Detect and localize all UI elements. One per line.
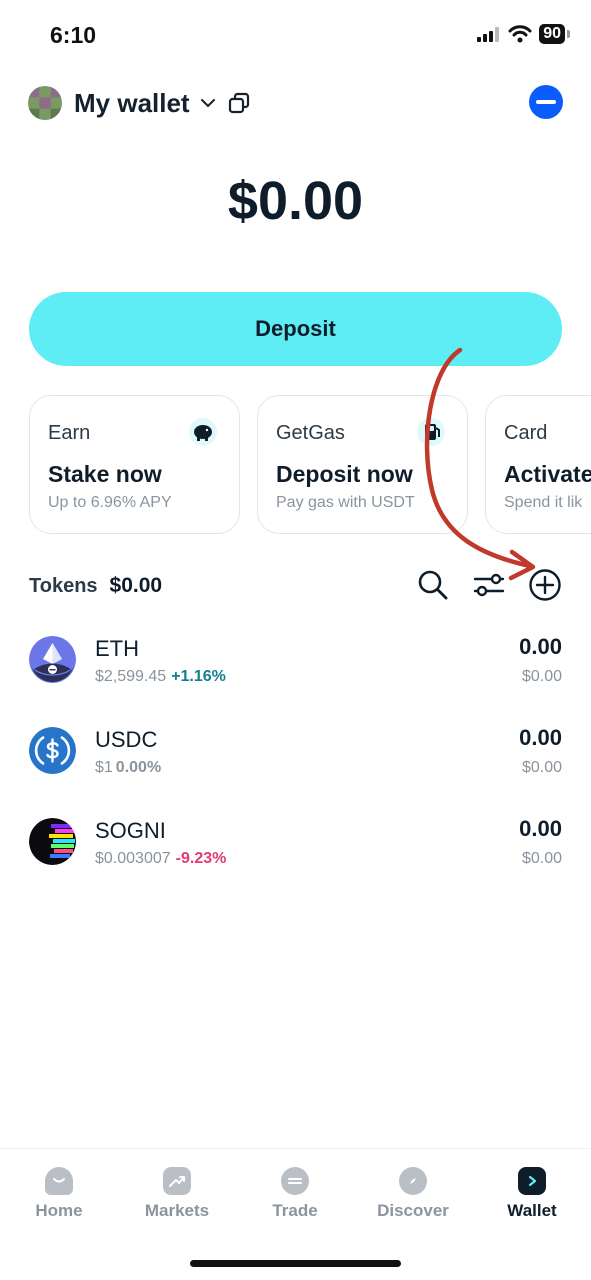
- token-row-eth[interactable]: ETH $2,599.45 +1.16% 0.00 $0.00: [29, 628, 562, 719]
- card-category: Card: [504, 422, 548, 444]
- nav-trade[interactable]: Trade: [245, 1167, 345, 1221]
- token-amount: 0.00: [519, 816, 562, 841]
- battery-indicator: 90: [539, 24, 570, 44]
- total-balance: $0.00: [227, 171, 364, 231]
- nav-label: Home: [35, 1201, 83, 1220]
- card-subtitle: Up to 6.96% APY: [48, 494, 172, 511]
- wifi-icon: [508, 25, 532, 43]
- token-value: $0.00: [521, 759, 562, 776]
- network-icon: [536, 100, 556, 104]
- piggy-bank-icon: [189, 418, 217, 446]
- chevron-down-icon[interactable]: [200, 98, 216, 108]
- token-change: -9.23%: [175, 850, 227, 867]
- token-list: ETH $2,599.45 +1.16% 0.00 $0.00 USDC $1 0.…: [29, 628, 562, 901]
- tokens-total: $0.00: [109, 574, 163, 597]
- token-change: 0.00%: [115, 759, 162, 776]
- deposit-button[interactable]: Deposit: [29, 292, 562, 366]
- token-change: +1.16%: [171, 668, 226, 685]
- card-subtitle: Pay gas with USDT: [276, 494, 415, 511]
- nav-markets[interactable]: Markets: [127, 1167, 227, 1221]
- tokens-label: Tokens: [29, 574, 98, 597]
- promo-cards: Earn Stake now Up to 6.96% APY GetGas De…: [29, 395, 591, 535]
- wallet-icon: [518, 1167, 546, 1195]
- tokens-header: Tokens $0.00: [29, 566, 562, 606]
- status-icons: 90: [477, 24, 570, 44]
- status-time: 6:10: [50, 22, 97, 48]
- token-symbol: ETH: [95, 636, 139, 661]
- card-subtitle: Spend it lik: [504, 494, 583, 511]
- eth-logo-icon: [29, 636, 76, 683]
- token-symbol: USDC: [95, 727, 158, 752]
- sogni-logo-icon: [29, 818, 76, 865]
- markets-icon: [163, 1167, 191, 1195]
- avatar[interactable]: [28, 86, 62, 120]
- token-row-usdc[interactable]: USDC $1 0.00% 0.00 $0.00: [29, 719, 562, 810]
- token-amount: 0.00: [519, 634, 562, 659]
- compass-icon: [399, 1167, 427, 1195]
- home-indicator: [190, 1260, 401, 1267]
- wallet-header: My wallet: [28, 84, 563, 122]
- token-value: $0.00: [521, 668, 562, 685]
- filter-icon[interactable]: [472, 568, 506, 602]
- add-token-icon[interactable]: [528, 568, 562, 602]
- token-price-line: $1 0.00%: [95, 759, 161, 777]
- search-icon[interactable]: [416, 568, 450, 602]
- card-title: Stake now: [48, 461, 162, 487]
- usdc-logo-icon: [29, 727, 76, 774]
- token-price-line: $0.003007 -9.23%: [95, 850, 226, 868]
- nav-label: Markets: [144, 1201, 210, 1220]
- nav-label: Trade: [272, 1201, 318, 1220]
- status-bar: 6:10 90: [0, 0, 591, 70]
- token-price-line: $2,599.45 +1.16%: [95, 668, 226, 686]
- trade-icon: [281, 1167, 309, 1195]
- token-price: $1: [95, 759, 113, 776]
- card-card[interactable]: Card Activate Spend it lik: [485, 395, 591, 534]
- nav-wallet[interactable]: Wallet: [482, 1167, 582, 1221]
- card-title: Deposit now: [276, 461, 413, 487]
- nav-discover[interactable]: Discover: [363, 1167, 463, 1221]
- copy-icon[interactable]: [228, 92, 250, 114]
- nav-label: Discover: [377, 1201, 449, 1220]
- token-amount: 0.00: [519, 725, 562, 750]
- tokens-actions: [416, 568, 562, 602]
- wallet-title[interactable]: My wallet: [74, 88, 190, 119]
- signal-icon: [477, 27, 500, 42]
- network-button[interactable]: [529, 85, 563, 119]
- nav-label: Wallet: [507, 1201, 557, 1220]
- gas-pump-icon: [417, 418, 445, 446]
- home-icon: [45, 1167, 73, 1195]
- card-earn[interactable]: Earn Stake now Up to 6.96% APY: [29, 395, 240, 534]
- token-row-sogni[interactable]: SOGNI $0.003007 -9.23% 0.00 $0.00: [29, 810, 562, 901]
- nav-home[interactable]: Home: [9, 1167, 109, 1221]
- card-getgas[interactable]: GetGas Deposit now Pay gas with USDT: [257, 395, 468, 534]
- card-title: Activate: [504, 461, 591, 487]
- token-price: $0.003007: [95, 850, 171, 867]
- token-value: $0.00: [521, 850, 562, 867]
- token-price: $2,599.45: [95, 668, 167, 685]
- token-symbol: SOGNI: [95, 818, 166, 843]
